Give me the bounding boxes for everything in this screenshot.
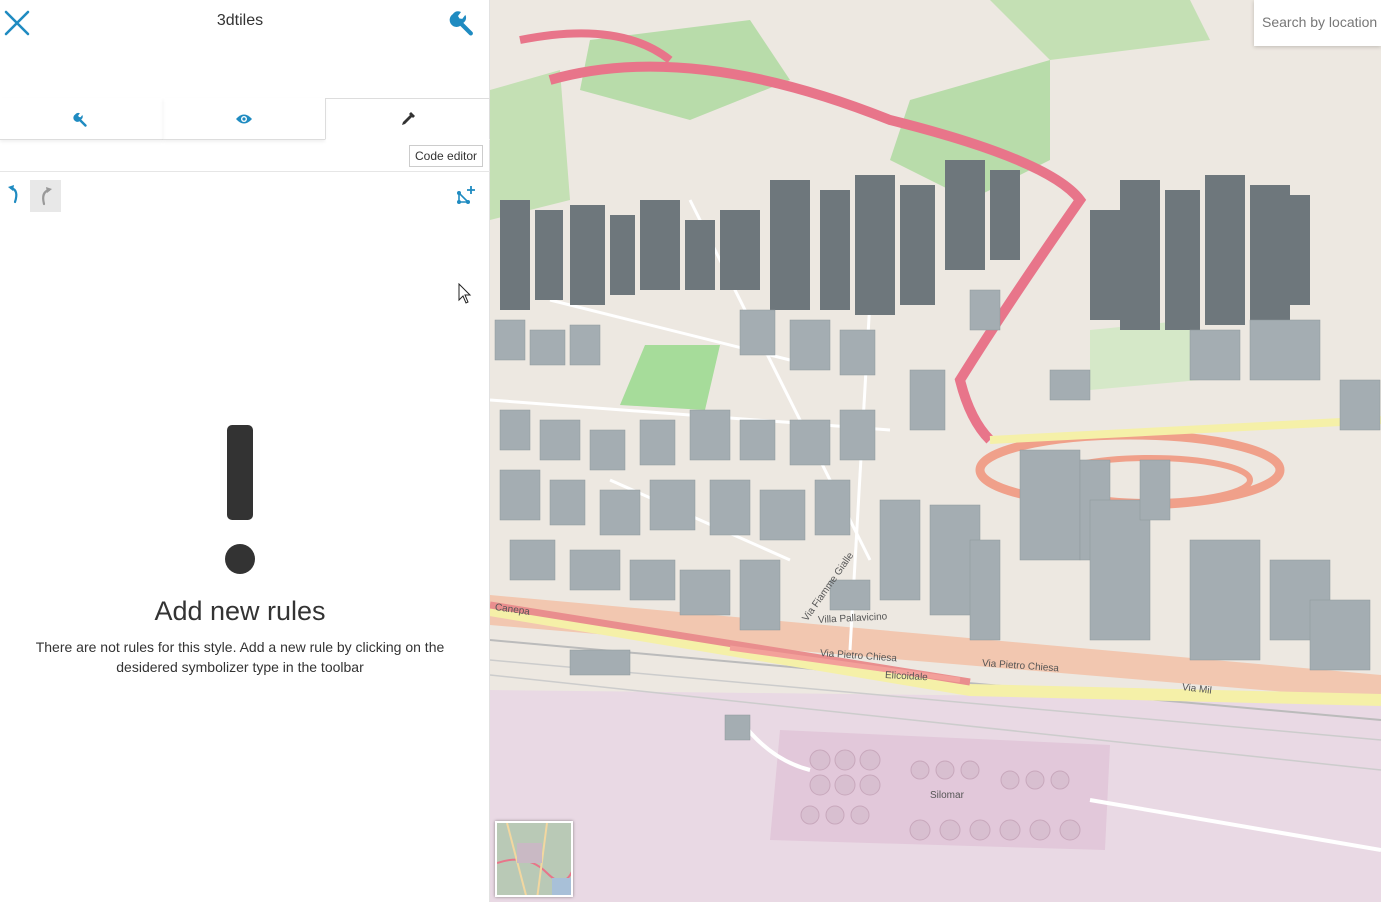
place-label: Silomar [930,790,964,801]
redo-icon [42,187,52,206]
overview-map[interactable] [495,821,573,897]
undo-icon [8,185,18,204]
tab-visibility[interactable] [162,98,326,140]
eye-icon [236,114,252,123]
settings-button[interactable] [449,8,477,36]
wrench-icon [449,11,473,36]
tab-style[interactable] [325,98,491,140]
code-editor-tooltip: Code editor [409,145,484,167]
mouse-cursor-icon [458,283,472,304]
exclamation-dot-icon [225,544,255,574]
panel-tabs [0,98,491,140]
panel-header: 3dtiles [0,0,490,98]
toolbar-divider [0,171,490,172]
panel-title: 3dtiles [216,12,264,29]
map-3d-view[interactable]: Via Pietro Chiesa Via Pietro Chiesa Elic… [490,0,1381,902]
wrench-icon [73,112,87,127]
tab-settings[interactable] [0,98,163,140]
add-polygon-rule-icon [457,186,475,204]
redo-button[interactable] [30,180,61,212]
add-symbolizer-button[interactable] [455,184,477,206]
overview-map-image [497,823,571,895]
empty-state-description: There are not rules for this style. Add … [35,639,445,675]
empty-state-title: Add new rules [154,596,326,626]
undo-button[interactable] [3,182,27,208]
street-label: Elicoidale [884,670,929,684]
location-search-input[interactable]: Search by location [1254,0,1381,46]
map-canvas[interactable] [490,0,1381,902]
dropper-icon [401,112,415,125]
style-editor-panel: 3dtiles Code editor Add new rules There … [0,0,491,902]
exclamation-icon [227,425,253,520]
